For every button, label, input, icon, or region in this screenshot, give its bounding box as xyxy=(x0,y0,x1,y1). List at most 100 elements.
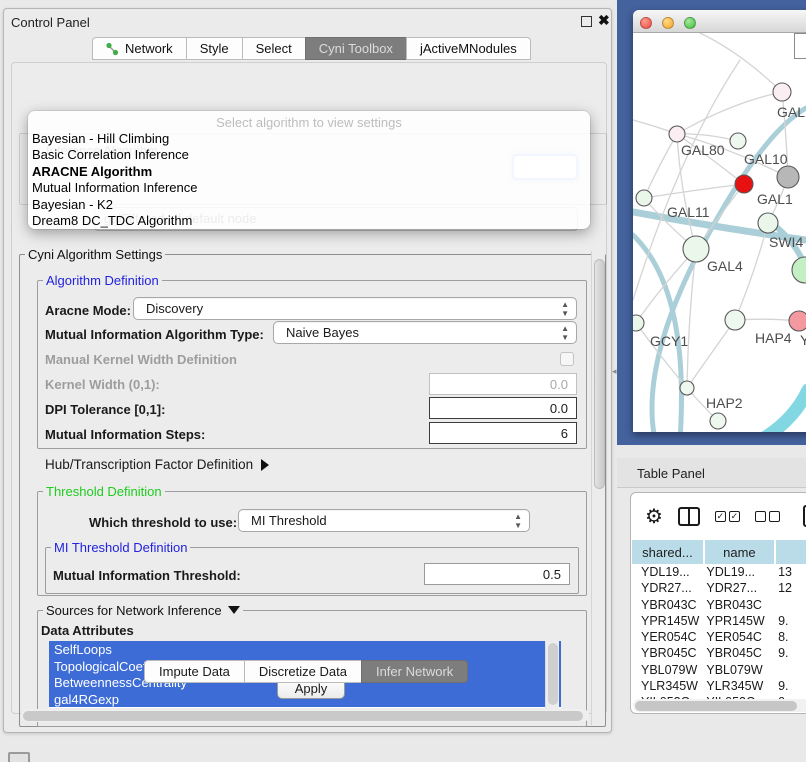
tab-cyni-toolbox[interactable]: Cyni Toolbox xyxy=(305,37,406,60)
settings-hscrollbar-thumb[interactable] xyxy=(23,711,583,721)
algorithm-option[interactable]: Bayesian - K2 xyxy=(28,196,590,213)
table-cell: YLR345W xyxy=(631,679,704,695)
tab-style[interactable]: Style xyxy=(186,37,242,60)
mi-steps-field[interactable]: 6 xyxy=(429,422,577,444)
network-node-gal11[interactable] xyxy=(636,190,652,206)
stepper-arrows-icon: ▲▼ xyxy=(561,300,569,318)
network-edge[interactable] xyxy=(644,134,677,198)
cyni-toolbox-content: Inference Algorithm galFiltered.sif defa… xyxy=(11,62,607,714)
minimized-panel-icon[interactable] xyxy=(8,752,30,762)
dpi-tolerance-field[interactable]: 0.0 xyxy=(429,397,577,419)
settings-vscrollbar-thumb[interactable] xyxy=(594,259,605,489)
attributes-list-scrollbar[interactable] xyxy=(545,641,559,708)
table-cell: 8. xyxy=(775,630,806,646)
network-window-titlebar[interactable] xyxy=(633,10,806,33)
network-overview-box[interactable] xyxy=(794,33,806,59)
network-node-gal[interactable] xyxy=(773,83,791,101)
table-row[interactable]: YLR345WYLR345W9. xyxy=(631,679,806,695)
mac-minimize-icon[interactable] xyxy=(662,17,674,29)
table-row[interactable]: YBR045CYBR045C9. xyxy=(631,646,806,662)
float-window-icon[interactable] xyxy=(581,16,592,27)
deselect-all-checkboxes-icon[interactable] xyxy=(755,511,780,522)
network-node[interactable] xyxy=(792,257,806,283)
algorithm-option[interactable]: Bayesian - Hill Climbing xyxy=(28,130,590,147)
network-window: GALGAL80GAL10GAL1GAL11SWI4GAL4GCY1HAP4YH… xyxy=(633,10,806,432)
which-threshold-combobox[interactable]: MI Threshold ▲▼ xyxy=(238,509,530,532)
table-hscrollbar-thumb[interactable] xyxy=(635,701,797,711)
bottom-tab-discretize-data[interactable]: Discretize Data xyxy=(244,660,361,683)
attribute-item[interactable]: SelfLoops xyxy=(49,641,561,658)
algorithm-option[interactable]: ARACNE Algorithm xyxy=(28,163,590,180)
network-edge[interactable] xyxy=(700,33,782,92)
node-label: GAL80 xyxy=(681,142,725,158)
manual-kernel-checkbox[interactable] xyxy=(560,352,574,366)
network-node[interactable] xyxy=(710,413,726,429)
algorithm-option[interactable]: Mutual Information Inference xyxy=(28,180,590,197)
mac-zoom-icon[interactable] xyxy=(684,17,696,29)
sources-toggle[interactable]: Sources for Network Inference xyxy=(43,603,243,618)
columns-icon[interactable] xyxy=(678,507,700,526)
network-edge[interactable] xyxy=(687,320,735,388)
table-row[interactable]: YER054CYER054C8. xyxy=(631,630,806,646)
table-row[interactable]: YBL079WYBL079W xyxy=(631,663,806,679)
table-row[interactable]: YDR27...YDR27...12 xyxy=(631,581,806,597)
algorithm-dropdown-placeholder: Select algorithm to view settings xyxy=(28,111,590,130)
table-column-header[interactable]: name xyxy=(704,539,775,565)
mi-threshold-field[interactable]: 0.5 xyxy=(424,563,570,585)
table-cell: YER054C xyxy=(704,630,775,646)
tab-jactivemnodules[interactable]: jActiveMNodules xyxy=(406,37,531,60)
table-row[interactable]: YBR043CYBR043C xyxy=(631,598,806,614)
network-node-hap2[interactable] xyxy=(680,381,694,395)
table-body: YDL19...YDL19...13YDR27...YDR27...12YBR0… xyxy=(631,565,806,712)
tab-select[interactable]: Select xyxy=(242,37,305,60)
bottom-tab-infer-network[interactable]: Infer Network xyxy=(361,660,468,683)
table-cell: YDR27... xyxy=(631,581,704,597)
network-node-gal80[interactable] xyxy=(669,126,685,142)
network-edge[interactable] xyxy=(677,92,782,134)
algorithm-option[interactable]: Basic Correlation Inference xyxy=(28,147,590,164)
node-label: HAP4 xyxy=(755,330,792,346)
table-cell: YBR045C xyxy=(631,646,704,662)
settings-vertical-scrollbar[interactable] xyxy=(591,251,605,725)
attributes-scrollbar-thumb[interactable] xyxy=(548,643,558,705)
network-node-gal1[interactable] xyxy=(735,175,753,193)
network-node-swi4[interactable] xyxy=(758,213,778,233)
mi-algorithm-type-combobox[interactable]: Naive Bayes ▲▼ xyxy=(273,321,577,344)
node-table: shared...name YDL19...YDL19...13YDR27...… xyxy=(631,539,806,712)
algorithm-option[interactable]: Dream8 DC_TDC Algorithm xyxy=(28,213,590,230)
settings-horizontal-scrollbar[interactable] xyxy=(21,709,589,722)
gear-icon[interactable]: ⚙ xyxy=(645,504,663,529)
kernel-width-field[interactable]: 0.0 xyxy=(429,373,577,395)
node-label: Y xyxy=(800,332,806,348)
mi-threshold-label: Mutual Information Threshold: xyxy=(53,568,241,583)
splitpane-collapse-handle[interactable]: ◂ xyxy=(612,366,617,377)
table-cell xyxy=(775,663,806,679)
node-label: SWI4 xyxy=(769,234,803,250)
aracne-mode-combobox[interactable]: Discovery ▲▼ xyxy=(133,297,577,320)
network-edge[interactable] xyxy=(745,390,806,432)
network-node-gal10[interactable] xyxy=(730,133,746,149)
hub-definition-toggle[interactable]: Hub/Transcription Factor Definition xyxy=(45,457,269,472)
table-row[interactable]: YPR145WYPR145W9. xyxy=(631,614,806,630)
mi-type-value: Naive Bayes xyxy=(286,325,359,340)
table-column-header[interactable] xyxy=(775,539,806,565)
table-cell: YBL079W xyxy=(704,663,775,679)
bottom-tab-impute-data[interactable]: Impute Data xyxy=(144,660,244,683)
network-node-gal4[interactable] xyxy=(683,236,709,262)
tab-network[interactable]: Network xyxy=(92,37,186,60)
mac-close-icon[interactable] xyxy=(640,17,652,29)
sources-title: Sources for Network Inference xyxy=(46,603,222,618)
table-row[interactable]: YDL19...YDL19...13 xyxy=(631,565,806,581)
network-desktop: GALGAL80GAL10GAL1GAL11SWI4GAL4GCY1HAP4YH… xyxy=(617,0,806,445)
network-node[interactable] xyxy=(777,166,799,188)
table-column-header[interactable]: shared... xyxy=(631,539,704,565)
close-icon[interactable]: ✖ xyxy=(598,12,610,29)
table-cell: 9. xyxy=(775,679,806,695)
network-node-gcy1[interactable] xyxy=(633,315,644,331)
table-horizontal-scrollbar[interactable] xyxy=(633,699,806,712)
select-all-checkboxes-icon[interactable]: ✓✓ xyxy=(715,511,740,522)
network-node-hap4[interactable] xyxy=(725,310,745,330)
network-node-y[interactable] xyxy=(789,311,806,331)
which-threshold-label: Which threshold to use: xyxy=(89,515,237,530)
network-canvas[interactable]: GALGAL80GAL10GAL1GAL11SWI4GAL4GCY1HAP4YH… xyxy=(633,33,806,432)
